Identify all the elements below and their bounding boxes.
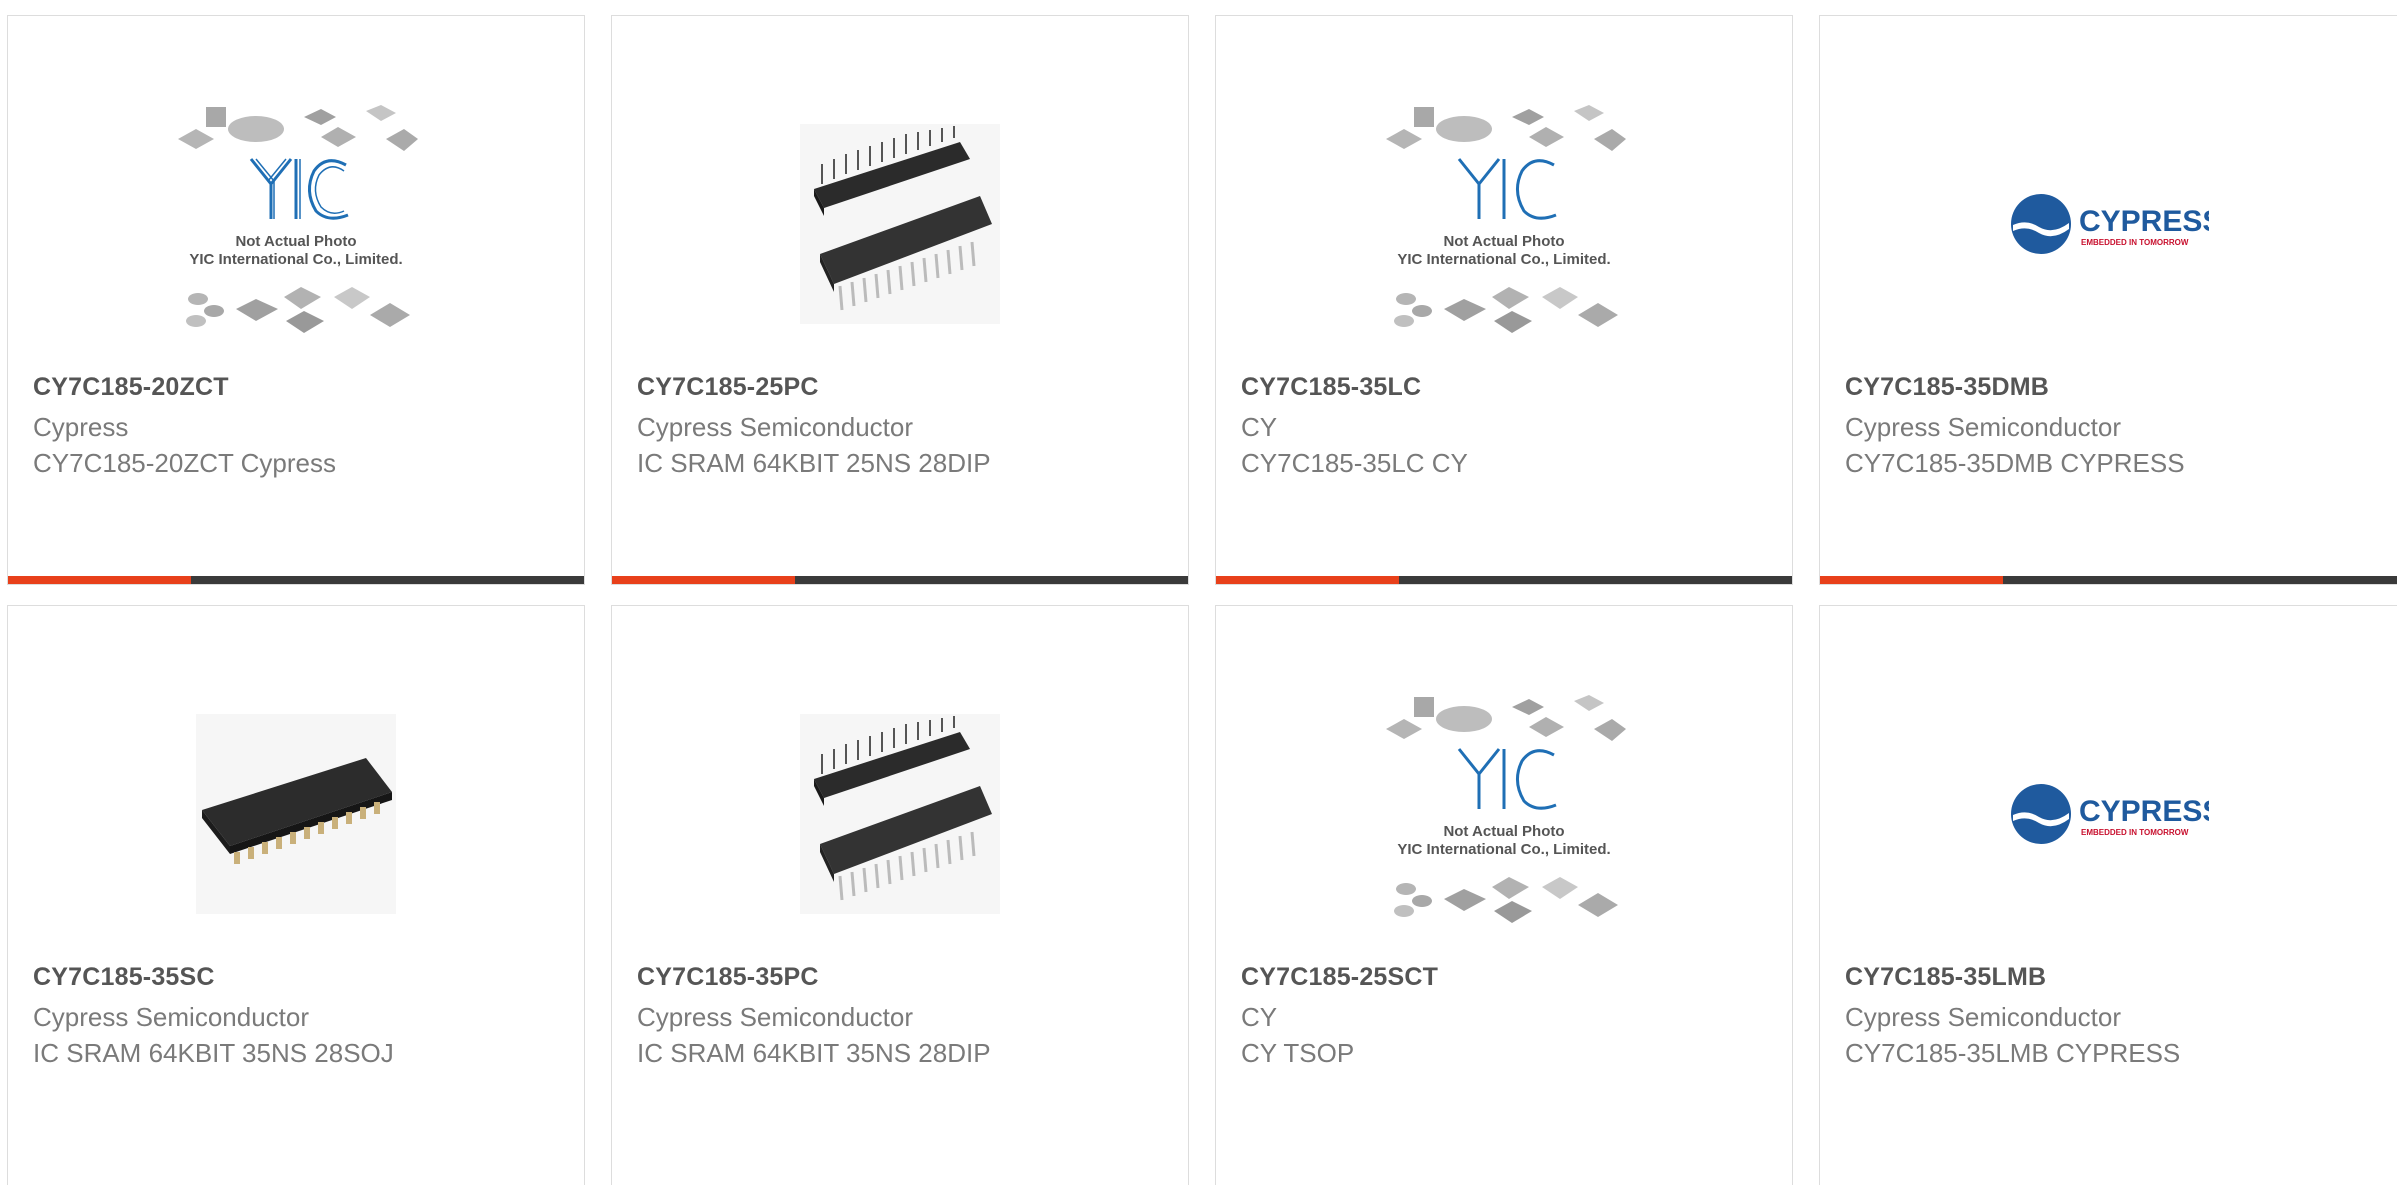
card-bar-accent	[8, 576, 191, 584]
dip-chip-icon	[800, 714, 1000, 914]
product-card[interactable]: Not Actual Photo YIC International Co., …	[7, 15, 585, 585]
product-image	[612, 84, 1188, 364]
manufacturer: CY	[1241, 1002, 1278, 1032]
manufacturer: Cypress Semiconductor	[1845, 412, 2121, 442]
product-image	[612, 674, 1188, 954]
manufacturer: Cypress Semiconductor	[1845, 1002, 2121, 1032]
card-bar	[1216, 576, 1792, 584]
product-image	[8, 674, 584, 954]
description: IC SRAM 64KBIT 25NS 28DIP	[637, 448, 991, 478]
dip-chip-icon	[800, 124, 1000, 324]
soj-chip-icon	[196, 714, 396, 914]
part-number[interactable]: CY7C185-35LMB	[1845, 963, 2046, 992]
card-bar	[1820, 576, 2397, 584]
cypress-logo-icon: CYPRESS EMBEDDED IN TOMORROW	[2010, 194, 2209, 254]
product-card[interactable]: Not Actual Photo YIC International Co., …	[1215, 15, 1793, 585]
product-image: CYPRESS EMBEDDED IN TOMORROW	[1820, 674, 2397, 954]
product-card[interactable]: CY7C185-35PC Cypress Semiconductor IC SR…	[611, 605, 1189, 1185]
description: CY TSOP	[1241, 1038, 1355, 1068]
description: CY7C185-20ZCT Cypress	[33, 448, 336, 478]
manufacturer: Cypress Semiconductor	[637, 1002, 913, 1032]
product-card[interactable]: Not Actual Photo YIC International Co., …	[1215, 605, 1793, 1185]
card-bar	[612, 576, 1188, 584]
yic-placeholder-icon: Not Actual Photo YIC International Co., …	[1386, 695, 1626, 923]
card-bar-accent	[1820, 576, 2003, 584]
manufacturer: Cypress	[33, 412, 129, 442]
description: CY7C185-35LMB CYPRESS	[1845, 1038, 2181, 1068]
cypress-logo-name: CYPRESS	[2079, 795, 2209, 828]
product-image: Not Actual Photo YIC International Co., …	[1216, 674, 1792, 954]
cypress-logo-icon: CYPRESS EMBEDDED IN TOMORROW	[2010, 784, 2209, 844]
part-number[interactable]: CY7C185-35LC	[1241, 373, 1421, 402]
part-number[interactable]: CY7C185-35DMB	[1845, 373, 2049, 402]
description: IC SRAM 64KBIT 35NS 28DIP	[637, 1038, 991, 1068]
description: CY7C185-35DMB CYPRESS	[1845, 448, 2185, 478]
manufacturer: CY	[1241, 412, 1278, 442]
part-number[interactable]: CY7C185-25SCT	[1241, 963, 1438, 992]
cypress-logo-tagline: EMBEDDED IN TOMORROW	[2081, 238, 2189, 247]
cypress-logo-name: CYPRESS	[2079, 205, 2209, 238]
placeholder-line2: YIC International Co., Limited.	[189, 251, 402, 268]
product-image: Not Actual Photo YIC International Co., …	[8, 84, 584, 364]
description: IC SRAM 64KBIT 35NS 28SOJ	[33, 1038, 394, 1068]
product-image: CYPRESS EMBEDDED IN TOMORROW	[1820, 84, 2397, 364]
part-number[interactable]: CY7C185-35SC	[33, 963, 215, 992]
product-image: Not Actual Photo YIC International Co., …	[1216, 84, 1792, 364]
part-number[interactable]: CY7C185-35PC	[637, 963, 819, 992]
part-number[interactable]: CY7C185-25PC	[637, 373, 819, 402]
product-card[interactable]: CY7C185-35SC Cypress Semiconductor IC SR…	[7, 605, 585, 1185]
manufacturer: Cypress Semiconductor	[33, 1002, 309, 1032]
placeholder-line2: YIC International Co., Limited.	[1397, 251, 1610, 268]
description: CY7C185-35LC CY	[1241, 448, 1468, 478]
placeholder-line1: Not Actual Photo	[1443, 823, 1564, 840]
card-bar	[8, 576, 584, 584]
cypress-logo-tagline: EMBEDDED IN TOMORROW	[2081, 828, 2189, 837]
manufacturer: Cypress Semiconductor	[637, 412, 913, 442]
yic-placeholder-icon: Not Actual Photo YIC International Co., …	[1386, 105, 1626, 333]
yic-placeholder-icon: Not Actual Photo YIC International Co., …	[178, 105, 418, 333]
product-card[interactable]: CYPRESS EMBEDDED IN TOMORROW CY7C185-35D…	[1819, 15, 2397, 585]
product-card[interactable]: CY7C185-25PC Cypress Semiconductor IC SR…	[611, 15, 1189, 585]
card-bar-accent	[612, 576, 795, 584]
placeholder-line1: Not Actual Photo	[1443, 233, 1564, 250]
card-bar-accent	[1216, 576, 1399, 584]
placeholder-line1: Not Actual Photo	[235, 233, 356, 250]
placeholder-line2: YIC International Co., Limited.	[1397, 841, 1610, 858]
part-number[interactable]: CY7C185-20ZCT	[33, 373, 229, 402]
product-grid: Not Actual Photo YIC International Co., …	[0, 0, 2400, 1185]
product-card[interactable]: CYPRESS EMBEDDED IN TOMORROW CY7C185-35L…	[1819, 605, 2397, 1185]
